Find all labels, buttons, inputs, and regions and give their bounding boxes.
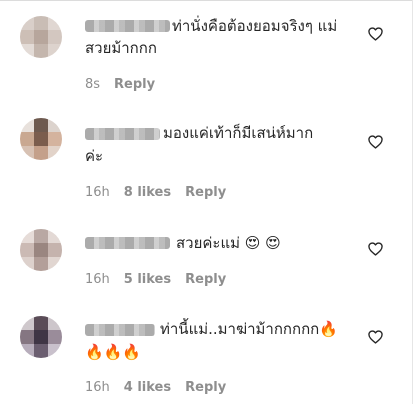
comment-meta: 16h 8 likes Reply [85, 185, 240, 200]
reply-button[interactable]: Reply [185, 380, 226, 395]
comment-text-line2: สวยม้ากกก [85, 39, 157, 57]
reply-button[interactable]: Reply [114, 77, 155, 92]
comment-text-line1: สวยค่ะแม่ 😍 😍 [176, 234, 281, 252]
comment-time: 16h [85, 272, 110, 287]
comment-time: 16h [85, 380, 110, 395]
comment-text-line1: ท่านั่งคือต้องยอมจริงๆ แม่ [172, 17, 338, 35]
username-blurred[interactable] [85, 20, 170, 32]
likes-count[interactable]: 8 likes [124, 185, 171, 200]
avatar[interactable] [20, 229, 62, 271]
comment-meta: 16h 4 likes Reply [85, 380, 240, 395]
heart-outline-icon[interactable] [368, 27, 383, 41]
top-border [0, 0, 413, 1]
comment-time: 16h [85, 185, 110, 200]
likes-count[interactable]: 4 likes [124, 380, 171, 395]
username-blurred[interactable] [85, 237, 170, 249]
likes-count[interactable]: 5 likes [124, 272, 171, 287]
username-blurred[interactable] [85, 128, 160, 140]
username-blurred[interactable] [85, 324, 155, 336]
heart-outline-icon[interactable] [368, 135, 383, 149]
comment-meta: 16h 5 likes Reply [85, 272, 240, 287]
avatar[interactable] [20, 16, 62, 58]
avatar[interactable] [20, 316, 62, 358]
reply-button[interactable]: Reply [185, 272, 226, 287]
heart-outline-icon[interactable] [368, 330, 383, 344]
comment-text-line1: มองแค่เท้าก็มีเสน่ห์มาก [163, 124, 314, 142]
comment-text-line2: 🔥🔥🔥 [85, 343, 142, 361]
comment-time: 8s [85, 77, 101, 92]
avatar[interactable] [20, 118, 62, 160]
comment-meta: 8s Reply [85, 77, 169, 92]
comment-text-line1: ท่านี้แม่..มาฆ่าม้ากกกกก🔥 [160, 320, 338, 338]
comment-text-line2: ค่ะ [85, 147, 104, 165]
reply-button[interactable]: Reply [185, 185, 226, 200]
heart-outline-icon[interactable] [368, 242, 383, 256]
